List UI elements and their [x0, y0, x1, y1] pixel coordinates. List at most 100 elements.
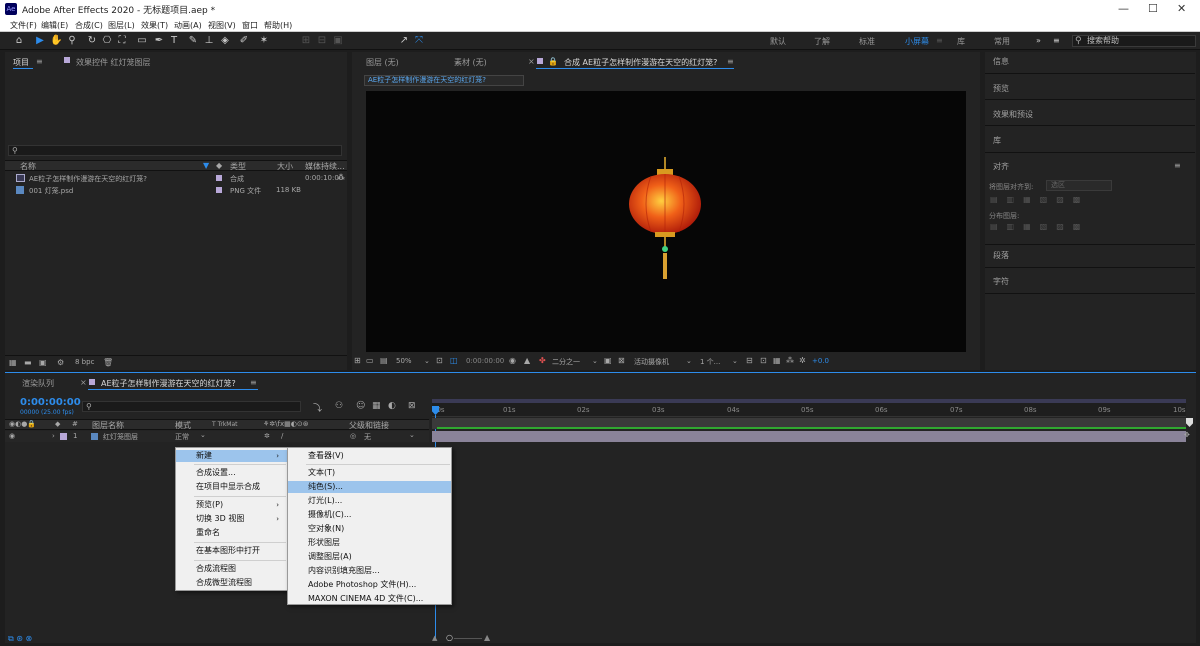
flowchart-view-icon[interactable]: ⁂	[786, 356, 794, 365]
menu-file[interactable]: 文件(F)	[10, 20, 37, 31]
layer-expand-icon[interactable]: ✥	[1184, 431, 1190, 439]
submenu-item-camera[interactable]: 摄像机(C)...	[288, 509, 351, 521]
close-icon[interactable]: ✕	[1177, 2, 1186, 15]
submenu-item-shape-layer[interactable]: 形状图层	[288, 537, 340, 549]
pan-behind-tool-icon[interactable]: ⛶	[116, 35, 128, 47]
fast-preview-icon[interactable]: ⊡	[760, 356, 767, 365]
new-folder-icon[interactable]: ▬	[24, 358, 32, 367]
submenu-item-cinema4d-file[interactable]: MAXON CINEMA 4D 文件(C)...	[288, 593, 423, 605]
workspace-menu-icon[interactable]: ≡	[936, 36, 943, 45]
tab-effect-controls[interactable]: 效果控件 红灯笼图层	[76, 57, 151, 68]
panel-effects-presets[interactable]: 效果和预设	[993, 109, 1033, 120]
zoom-in-mountain-icon[interactable]: ▲	[484, 633, 490, 642]
column-type[interactable]: 类型	[230, 161, 246, 172]
comp-mini-flowchart-icon[interactable]: ⤵	[313, 401, 322, 414]
menu-item-open-essential-graphics[interactable]: 在基本图形中打开	[176, 545, 260, 557]
submenu-item-text[interactable]: 文本(T)	[288, 467, 335, 479]
visibility-eye-icon[interactable]: ◉	[9, 432, 15, 440]
timeline-tab-menu-icon[interactable]: ≡	[250, 378, 257, 387]
snap-edge-icon[interactable]: ↗	[398, 35, 410, 47]
submenu-item-photoshop-file[interactable]: Adobe Photoshop 文件(H)...	[288, 579, 416, 591]
menu-edit[interactable]: 编辑(E)	[41, 20, 68, 31]
project-settings-icon[interactable]: ⚙	[57, 358, 64, 367]
menu-item-composition-settings[interactable]: 合成设置...	[176, 467, 236, 479]
brush-tool-icon[interactable]: ✎	[187, 35, 199, 47]
pen-tool-icon[interactable]: ✒	[153, 35, 165, 47]
menu-animation[interactable]: 动画(A)	[174, 20, 202, 31]
home-icon[interactable]: ⌂	[13, 35, 25, 47]
viewer-tab-menu-icon[interactable]: ≡	[727, 57, 734, 66]
menu-item-preview[interactable]: 预览(P) ›	[176, 499, 287, 511]
label-tag-icon[interactable]: ◆	[216, 161, 222, 170]
menu-view[interactable]: 视图(V)	[208, 20, 236, 31]
panel-info[interactable]: 信息	[993, 56, 1009, 67]
workspace-common[interactable]: 常用	[994, 36, 1010, 47]
submenu-item-viewer[interactable]: 查看器(V)	[288, 450, 344, 462]
rectangle-tool-icon[interactable]: ▭	[136, 35, 148, 47]
menu-help[interactable]: 帮助(H)	[264, 20, 292, 31]
world-axis-icon[interactable]: ⊟	[316, 35, 328, 47]
project-search-input[interactable]	[8, 145, 342, 156]
draft-3d-icon[interactable]: ⚇	[335, 401, 343, 411]
puppet-tool-icon[interactable]: ✶	[258, 35, 270, 47]
label-swatch[interactable]	[216, 175, 222, 181]
project-item-row[interactable]: 001 灯笼.psd PNG 文件 118 KB	[5, 184, 347, 196]
views-chevron-icon[interactable]: ⌄	[732, 357, 738, 365]
menu-window[interactable]: 窗口	[242, 20, 258, 31]
layer-duration-bar[interactable]	[432, 431, 1186, 442]
viewer-options-icon[interactable]: ▤	[380, 356, 388, 365]
exposure-value[interactable]: +0.0	[812, 357, 829, 365]
frame-blending-icon[interactable]: ▦	[372, 401, 381, 411]
distribute-buttons[interactable]: ▤▥▦▧▨▩	[990, 222, 1089, 231]
submenu-item-solid[interactable]: 纯色(S)...	[288, 481, 451, 493]
column-mode[interactable]: 模式	[175, 420, 191, 431]
workspace-small-screen[interactable]: 小屏幕	[905, 36, 929, 47]
timeline-footer-icons[interactable]: ⧉ ⊛ ⊗	[8, 634, 32, 644]
interpret-footage-icon[interactable]: ▦	[9, 358, 17, 367]
expand-triangle-icon[interactable]: ›	[52, 432, 55, 440]
monitor-icon[interactable]: ▭	[366, 356, 374, 365]
align-to-dropdown[interactable]: 选区	[1046, 180, 1112, 191]
submenu-item-adjustment-layer[interactable]: 调整图层(A)	[288, 551, 352, 563]
workspace-default[interactable]: 默认	[770, 36, 786, 47]
timeline-tab-close-icon[interactable]: ×	[80, 378, 87, 387]
layer-label-swatch[interactable]	[60, 433, 67, 440]
timeline-panel-icon[interactable]: ▦	[773, 356, 781, 365]
maximize-icon[interactable]: ☐	[1148, 2, 1158, 15]
zoom-tool-icon[interactable]: ⚲	[66, 35, 78, 47]
submenu-item-content-aware-fill[interactable]: 内容识别填充图层...	[288, 565, 380, 577]
layer-name[interactable]: 红灯笼图层	[103, 432, 138, 442]
transparency-grid-icon[interactable]: ⊠	[618, 356, 625, 365]
mode-chevron-icon[interactable]: ⌄	[200, 431, 206, 439]
graph-editor-icon[interactable]: ⊠	[408, 401, 416, 411]
rotate-tool-icon[interactable]: ↻	[86, 35, 98, 47]
column-parent-link[interactable]: 父级和链接	[349, 420, 389, 431]
zoom-slider-handle[interactable]: ○	[446, 633, 453, 642]
new-composition-icon[interactable]: ▣	[39, 358, 47, 367]
workspace-library[interactable]: 库	[957, 36, 965, 47]
minimize-icon[interactable]: —	[1118, 2, 1129, 15]
column-trkmat[interactable]: T TrkMat	[212, 421, 238, 428]
bpc-label[interactable]: 8 bpc	[75, 358, 94, 366]
lock-icon[interactable]: 🔒	[548, 57, 558, 66]
exposure-reset-icon[interactable]: ✲	[799, 356, 806, 365]
layer-row[interactable]: ◉ › 1 红灯笼图层 正常 ⌄ ✲ / ◎ 无 ⌄	[5, 431, 429, 442]
viewer-timecode[interactable]: 0:00:00:00	[466, 357, 504, 365]
type-tool-icon[interactable]: T	[168, 35, 180, 47]
camera-tool-icon[interactable]: ⎔	[101, 35, 113, 47]
snap-feature-icon[interactable]: ⤧	[413, 35, 425, 47]
clone-tool-icon[interactable]: ⊥	[203, 35, 215, 47]
av-switches-icon[interactable]: ◉◐●🔒	[9, 420, 36, 428]
selection-tool-icon[interactable]: ▶	[34, 35, 46, 47]
shy-layers-icon[interactable]: ☺	[356, 401, 365, 411]
tab-footage[interactable]: 素材 (无)	[454, 57, 487, 68]
view-axis-icon[interactable]: ▣	[332, 35, 344, 47]
submenu-item-null-object[interactable]: 空对象(N)	[288, 523, 344, 535]
workspace-options-icon[interactable]: ≡	[1053, 36, 1060, 45]
quality-switch-icon[interactable]: /	[281, 432, 283, 440]
always-preview-icon[interactable]: ⊞	[354, 356, 361, 365]
viewer-tab-close-icon[interactable]: ×	[528, 57, 535, 66]
safe-margins-icon[interactable]: ⊡	[436, 356, 443, 365]
color-channel-icon[interactable]: ✤	[539, 356, 546, 365]
search-help-input[interactable]: 搜索帮助	[1072, 35, 1196, 47]
